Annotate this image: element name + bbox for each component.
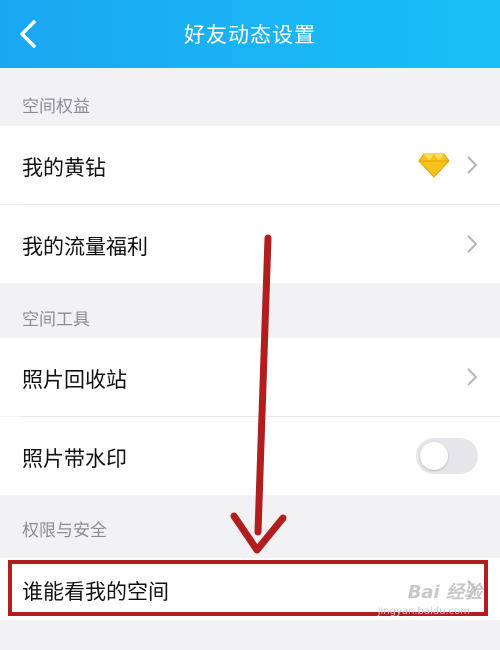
row-photo-watermark: 照片带水印 (0, 417, 500, 495)
row-photo-recycle-bin[interactable]: 照片回收站 (0, 338, 500, 416)
page-title: 好友动态设置 (184, 23, 316, 47)
watermark-toggle[interactable] (416, 438, 478, 474)
watermark-text: Bai 经验 (407, 582, 482, 603)
row-label: 照片回收站 (22, 368, 127, 392)
chevron-right-icon (467, 156, 478, 174)
diamond-icon (418, 153, 450, 178)
section-label-benefits: 空间权益 (22, 97, 90, 117)
chevron-right-icon (467, 235, 478, 253)
row-traffic-benefits[interactable]: 我的流量福利 (0, 205, 500, 283)
chevron-right-icon (467, 368, 478, 386)
section-label-privacy: 权限与安全 (22, 521, 107, 541)
toggle-knob (420, 442, 448, 470)
nav-header: 好友动态设置 (0, 0, 500, 68)
row-yellow-diamond[interactable]: 我的黄钻 (0, 126, 500, 204)
watermark-sub: jingyan.baidu.com (377, 606, 470, 617)
row-label: 我的黄钻 (22, 156, 106, 180)
row-label: 我的流量福利 (22, 235, 148, 259)
bottom-spacer (0, 620, 500, 650)
row-label: 照片带水印 (22, 447, 127, 471)
section-label-tools: 空间工具 (22, 310, 90, 330)
